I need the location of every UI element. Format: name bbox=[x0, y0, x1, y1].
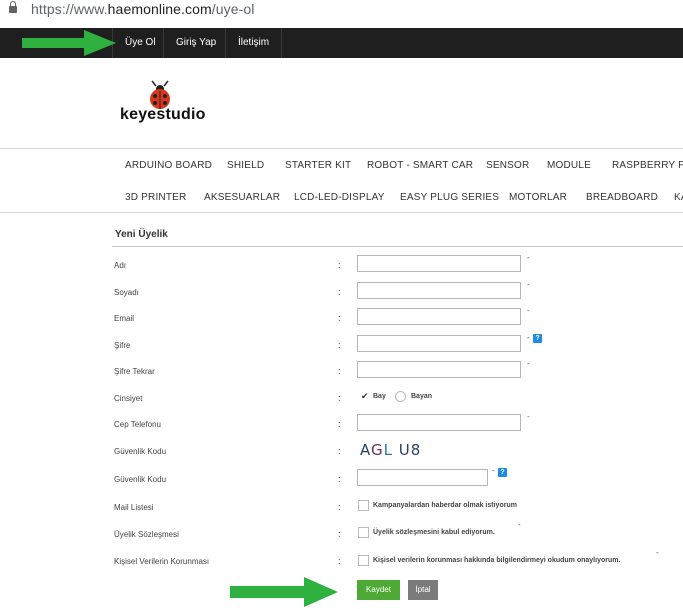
label-password: Şifre bbox=[114, 341, 131, 350]
gender-label-bay: Bay bbox=[373, 393, 386, 400]
required-mark: - bbox=[527, 359, 530, 368]
category-module[interactable]: MODULE bbox=[547, 160, 591, 171]
category-sensor[interactable]: SENSOR bbox=[486, 160, 529, 171]
help-icon[interactable]: ? bbox=[533, 334, 542, 343]
mailing-list-checkbox[interactable] bbox=[358, 500, 369, 511]
label-gender: Cinsiyet bbox=[114, 394, 143, 403]
form-title-underline bbox=[112, 246, 683, 247]
help-icon[interactable]: ? bbox=[498, 468, 507, 477]
label-security-code: Güvenlik Kodu bbox=[114, 475, 167, 484]
category-aksesuarlar[interactable]: AKSESUARLAR bbox=[204, 192, 280, 203]
category-shield[interactable]: SHIELD bbox=[227, 160, 264, 171]
label-colon: : bbox=[338, 313, 341, 323]
data-protection-link[interactable]: Kişisel verilerin korunması hakkında bil… bbox=[373, 557, 620, 564]
cancel-button[interactable]: İptal bbox=[408, 580, 438, 600]
captcha-char: U8 bbox=[392, 441, 422, 459]
label-surname: Soyadı bbox=[114, 288, 139, 297]
name-input[interactable] bbox=[357, 255, 521, 272]
label-data-protection: Kişisel Verilerin Korunması bbox=[114, 557, 210, 566]
label-email: Email bbox=[114, 314, 135, 323]
category-easy-plug-series[interactable]: EASY PLUG SERIES bbox=[400, 192, 499, 203]
label-colon: : bbox=[338, 393, 341, 403]
check-icon: ✔ bbox=[361, 391, 369, 401]
surname-input[interactable] bbox=[357, 282, 521, 299]
required-mark: - bbox=[518, 520, 521, 529]
category-motorlar[interactable]: MOTORLAR bbox=[509, 192, 567, 203]
label-membership-agreement: Üyelik Sözleşmesi bbox=[114, 530, 179, 539]
nav-item-giris-yap[interactable]: Giriş Yap bbox=[163, 28, 228, 58]
captcha-char: A bbox=[360, 441, 371, 459]
category-truncated[interactable]: KA bbox=[674, 192, 683, 203]
security-code-input[interactable] bbox=[357, 469, 488, 486]
label-colon: : bbox=[338, 419, 341, 429]
url-text[interactable]: https://www.haemonline.com/uye-ol bbox=[31, 1, 255, 17]
green-arrow-icon bbox=[22, 30, 116, 56]
label-colon: : bbox=[338, 340, 341, 350]
lock-icon bbox=[9, 1, 17, 13]
gender-radio-bayan[interactable] bbox=[395, 391, 406, 402]
nav-item-uye-ol[interactable]: Üye Ol bbox=[112, 28, 168, 58]
site-logo[interactable]: keyestudio bbox=[120, 78, 220, 126]
password-input[interactable] bbox=[357, 335, 521, 352]
gender-label-bayan: Bayan bbox=[411, 393, 433, 400]
label-mailing-list: Mail Listesi bbox=[114, 503, 154, 512]
url-host: haemonline.com bbox=[107, 1, 212, 17]
green-arrow-icon bbox=[230, 577, 338, 607]
required-mark: - bbox=[492, 466, 495, 475]
category-lcd-led-display[interactable]: LCD-LED-DISPLAY bbox=[294, 192, 385, 203]
label-colon: : bbox=[338, 260, 341, 270]
form-title: Yeni Üyelik bbox=[115, 229, 168, 240]
label-colon: : bbox=[338, 446, 341, 456]
required-mark: - bbox=[527, 280, 530, 289]
url-prefix: https://www. bbox=[31, 1, 108, 17]
label-password-repeat: Şifre Tekrar bbox=[114, 367, 155, 376]
required-mark: - bbox=[527, 333, 530, 342]
label-colon: : bbox=[338, 529, 341, 539]
browser-address-bar[interactable]: https://www.haemonline.com/uye-ol bbox=[0, 0, 683, 22]
divider bbox=[0, 212, 683, 213]
data-protection-checkbox[interactable] bbox=[358, 555, 369, 566]
required-mark: - bbox=[527, 412, 530, 421]
membership-agreement-checkbox[interactable] bbox=[358, 527, 369, 538]
category-arduino-board[interactable]: ARDUINO BOARD bbox=[125, 160, 212, 171]
label-phone: Cep Telefonu bbox=[114, 420, 161, 429]
label-colon: : bbox=[338, 287, 341, 297]
captcha-image: AGL U8 bbox=[360, 441, 421, 459]
category-raspberry-pi[interactable]: RASPBERRY PI bbox=[612, 160, 683, 171]
category-3d-printer[interactable]: 3D PRINTER bbox=[125, 192, 186, 203]
phone-input[interactable] bbox=[357, 414, 521, 431]
password-repeat-input[interactable] bbox=[357, 361, 521, 378]
label-colon: : bbox=[338, 474, 341, 484]
label-name: Adı bbox=[114, 261, 127, 270]
membership-agreement-link[interactable]: Üyelik sözleşmesini kabul ediyorum. bbox=[373, 529, 495, 536]
divider bbox=[0, 148, 683, 149]
url-path: /uye-ol bbox=[211, 1, 255, 17]
gender-radio-bay[interactable]: ✔ bbox=[358, 391, 369, 402]
save-button[interactable]: Kaydet bbox=[357, 580, 400, 600]
nav-item-iletisim[interactable]: İletişim bbox=[225, 28, 283, 58]
category-robot-smart-car[interactable]: ROBOT - SMART CAR bbox=[367, 160, 473, 171]
email-input[interactable] bbox=[357, 308, 521, 325]
captcha-char: L bbox=[383, 441, 393, 459]
label-colon: : bbox=[338, 556, 341, 566]
logo-text: keyestudio bbox=[120, 106, 206, 123]
mailing-list-checkbox-label: Kampanyalardan haberdar olmak istiyorum bbox=[373, 502, 517, 509]
label-security-code-image: Güvenlik Kodu bbox=[114, 447, 167, 456]
label-colon: : bbox=[338, 502, 341, 512]
captcha-char: G bbox=[371, 441, 384, 459]
category-starter-kit[interactable]: STARTER KIT bbox=[285, 160, 351, 171]
category-breadboard[interactable]: BREADBOARD bbox=[586, 192, 658, 203]
required-mark: - bbox=[656, 548, 659, 557]
required-mark: - bbox=[527, 306, 530, 315]
required-mark: - bbox=[527, 253, 530, 262]
label-colon: : bbox=[338, 366, 341, 376]
